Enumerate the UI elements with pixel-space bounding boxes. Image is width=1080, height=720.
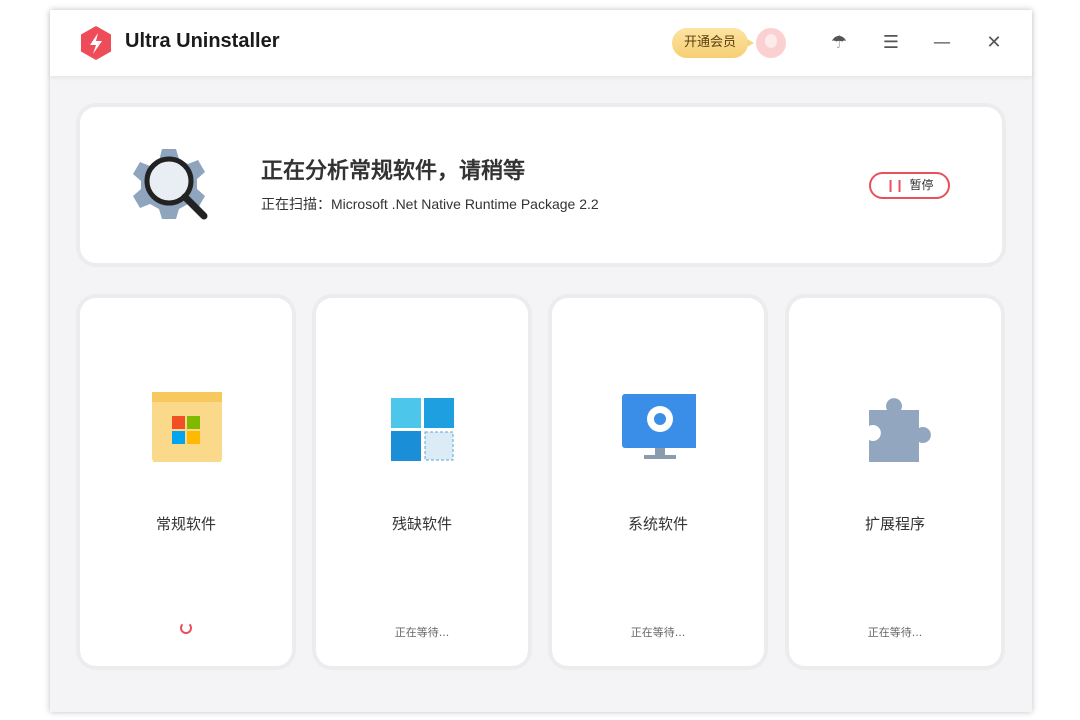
category-status: 正在等待... [789,624,1001,640]
umbrella-icon[interactable]: ☂ [827,31,851,55]
loading-spinner-icon [180,622,192,634]
scan-current-item: Microsoft .Net Native Runtime Package 2.… [331,196,599,212]
vip-button[interactable]: 开通会员 [672,28,748,58]
category-extensions[interactable]: 扩展程序 正在等待... [789,298,1001,666]
scan-heading: 正在分析常规软件，请稍等 [261,153,525,185]
windows-broken-icon [386,388,460,462]
category-status: 正在等待... [552,624,764,640]
pause-button[interactable]: ❙❙ 暂停 [869,172,950,199]
folder-windows-icon [150,388,224,462]
category-system-software[interactable]: 系统软件 正在等待... [552,298,764,666]
puzzle-piece-icon [859,388,933,462]
category-label: 扩展程序 [789,513,1001,534]
category-regular-software[interactable]: 常规软件 [80,298,292,666]
menu-icon[interactable]: ☰ [879,31,903,55]
avatar[interactable] [756,28,786,58]
minimize-icon[interactable]: — [930,31,954,55]
scan-gear-magnifier-icon [122,143,214,229]
category-broken-software[interactable]: 残缺软件 正在等待... [316,298,528,666]
monitor-gear-icon [622,388,696,462]
category-label: 系统软件 [552,513,764,534]
scan-current: 正在扫描：Microsoft .Net Native Runtime Packa… [261,194,599,214]
scan-current-label: 正在扫描： [261,196,331,212]
app-logo-icon [78,25,114,61]
category-label: 残缺软件 [316,513,528,534]
pause-icon: ❙❙ [885,178,903,192]
close-icon[interactable]: ✕ [982,31,1006,55]
title-bar: Ultra Uninstaller 开通会员 ☂ ☰ — ✕ [50,10,1032,76]
app-title: Ultra Uninstaller [125,30,279,53]
category-status: 正在等待... [316,624,528,640]
scan-status-panel: 正在分析常规软件，请稍等 正在扫描：Microsoft .Net Native … [80,107,1002,263]
category-label: 常规软件 [80,513,292,534]
pause-label: 暂停 [910,178,934,192]
app-window: Ultra Uninstaller 开通会员 ☂ ☰ — ✕ 正在分析常规软件，… [50,10,1032,712]
